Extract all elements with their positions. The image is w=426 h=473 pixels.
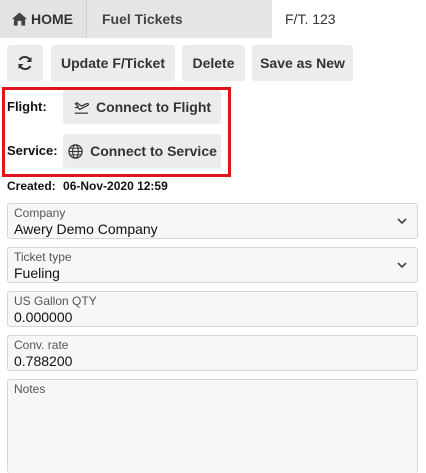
notes-textarea[interactable]: Notes — [7, 379, 418, 473]
company-field-label: Company — [14, 206, 66, 220]
conv-rate-field-label: Conv. rate — [14, 338, 69, 352]
created-value: 06-Nov-2020 12:59 — [63, 179, 168, 193]
tab-bar: HOME Fuel Tickets F/T. 123 — [0, 0, 426, 38]
tab-current-ticket-label: F/T. 123 — [285, 11, 336, 27]
tab-fuel-tickets[interactable]: Fuel Tickets — [86, 0, 272, 38]
chevron-down-icon — [397, 262, 407, 269]
update-ticket-button[interactable]: Update F/Ticket — [51, 45, 175, 81]
refresh-icon — [18, 55, 32, 71]
conv-rate-input[interactable]: Conv. rate 0.788200 — [7, 335, 418, 371]
save-as-new-button[interactable]: Save as New — [252, 45, 353, 81]
tab-home[interactable]: HOME — [0, 0, 86, 38]
service-label: Service: — [7, 143, 58, 158]
connect-to-flight-button[interactable]: Connect to Flight — [63, 90, 221, 124]
created-label: Created: — [7, 179, 56, 193]
refresh-button[interactable] — [7, 45, 43, 81]
home-icon — [12, 12, 27, 26]
connect-to-service-label: Connect to Service — [90, 143, 217, 159]
connect-to-flight-label: Connect to Flight — [95, 99, 212, 115]
ticket-type-field-label: Ticket type — [14, 250, 72, 264]
connect-to-service-button[interactable]: Connect to Service — [63, 134, 221, 168]
ticket-type-field-value: Fueling — [14, 265, 60, 281]
tab-current-ticket[interactable]: F/T. 123 — [272, 0, 426, 38]
conv-rate-field-value: 0.788200 — [14, 353, 73, 369]
delete-button[interactable]: Delete — [182, 45, 245, 81]
notes-field-label: Notes — [14, 382, 46, 396]
flight-label: Flight: — [7, 99, 47, 114]
gallon-qty-field-value: 0.000000 — [14, 309, 73, 325]
company-field-value: Awery Demo Company — [14, 221, 158, 237]
tab-fuel-tickets-label: Fuel Tickets — [102, 11, 183, 27]
chevron-down-icon — [397, 218, 407, 225]
plane-departure-icon — [74, 101, 89, 114]
gallon-qty-input[interactable]: US Gallon QTY 0.000000 — [7, 291, 418, 327]
gallon-qty-field-label: US Gallon QTY — [14, 294, 97, 308]
company-select[interactable]: Company Awery Demo Company — [7, 203, 418, 239]
ticket-type-select[interactable]: Ticket type Fueling — [7, 247, 418, 283]
created-info: Created: 06-Nov-2020 12:59 — [7, 179, 168, 193]
globe-icon — [68, 143, 83, 159]
tab-home-label: HOME — [31, 11, 73, 27]
